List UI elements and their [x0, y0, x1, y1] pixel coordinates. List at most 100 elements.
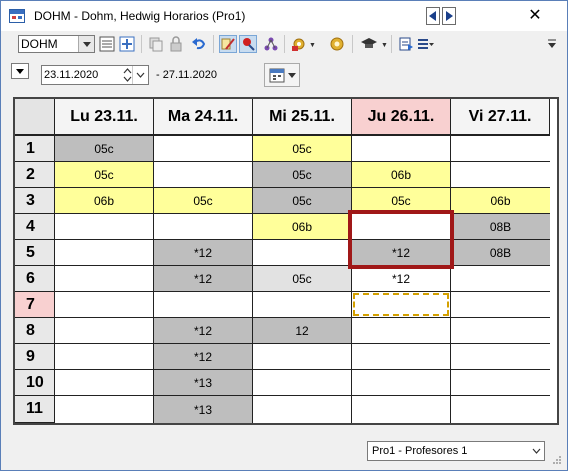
lesson-cell[interactable]: 05c	[55, 162, 154, 188]
lesson-cell[interactable]	[55, 318, 154, 344]
lesson-cell[interactable]	[451, 162, 550, 188]
lesson-cell[interactable]	[55, 396, 154, 423]
calendar-view-button[interactable]	[264, 63, 300, 87]
day-header[interactable]: Ju 26.11.	[352, 99, 451, 136]
period-header[interactable]: 6	[15, 266, 55, 292]
lesson-cell[interactable]: 05c	[253, 136, 352, 162]
lesson-cell[interactable]: 12	[253, 318, 352, 344]
list-format-icon[interactable]	[417, 35, 435, 53]
lesson-cell[interactable]	[352, 344, 451, 370]
lesson-cell[interactable]	[55, 292, 154, 318]
lesson-cell[interactable]	[253, 370, 352, 396]
lesson-cell[interactable]: 06b	[55, 188, 154, 214]
period-header[interactable]: 10	[15, 370, 55, 396]
lesson-cell[interactable]	[55, 214, 154, 240]
graduation-cap-icon[interactable]	[360, 35, 378, 53]
lesson-cell[interactable]	[352, 396, 451, 423]
lesson-cell[interactable]: *13	[154, 370, 253, 396]
chevron-down-icon[interactable]	[78, 36, 94, 52]
format-select[interactable]: Pro1 - Profesores 1	[367, 441, 545, 461]
period-header[interactable]: 8	[15, 318, 55, 344]
lesson-cell[interactable]	[451, 266, 550, 292]
period-header[interactable]: 11	[15, 396, 55, 423]
lesson-cell[interactable]	[154, 214, 253, 240]
lesson-cell[interactable]: 08B	[451, 214, 550, 240]
lesson-cell[interactable]	[451, 370, 550, 396]
day-header[interactable]: Mi 25.11.	[253, 99, 352, 136]
lesson-cell[interactable]: *12	[154, 266, 253, 292]
spin-up-icon[interactable]	[123, 67, 132, 75]
lesson-cell[interactable]: 06b	[352, 162, 451, 188]
period-header[interactable]: 4	[15, 214, 55, 240]
lesson-cell[interactable]: 08B	[451, 240, 550, 266]
collapse-panel-button[interactable]	[11, 63, 29, 79]
gear-dropdown-arrow-icon[interactable]: ▼	[309, 42, 316, 49]
lesson-cell[interactable]: 06b	[451, 188, 550, 214]
lesson-cell[interactable]	[451, 136, 550, 162]
details-icon[interactable]	[98, 35, 116, 53]
edit-icon[interactable]	[219, 35, 237, 53]
lock-icon[interactable]	[167, 35, 185, 53]
period-header[interactable]: 3	[15, 188, 55, 214]
lesson-cell[interactable]	[55, 344, 154, 370]
chevron-down-icon[interactable]	[528, 442, 544, 460]
lesson-cell[interactable]	[253, 396, 352, 423]
day-header[interactable]: Vi 27.11.	[451, 99, 550, 136]
lesson-cell[interactable]: *12	[352, 266, 451, 292]
status-bar: Pro1 - Profesores 1	[11, 431, 563, 465]
lesson-cell[interactable]: *12	[154, 240, 253, 266]
toolbar-overflow-icon[interactable]	[547, 35, 557, 53]
lesson-cell[interactable]	[55, 266, 154, 292]
drop-target-placeholder[interactable]	[353, 293, 449, 316]
resize-grip-icon[interactable]	[552, 455, 562, 465]
lesson-cell[interactable]	[154, 162, 253, 188]
lesson-cell[interactable]: 05c	[55, 136, 154, 162]
export-icon[interactable]	[397, 35, 415, 53]
lesson-cell[interactable]	[55, 370, 154, 396]
lesson-cell[interactable]	[352, 318, 451, 344]
period-header[interactable]: 5	[15, 240, 55, 266]
lesson-cell[interactable]: *13	[154, 396, 253, 423]
lesson-cell[interactable]: *12	[154, 318, 253, 344]
period-header[interactable]: 9	[15, 344, 55, 370]
day-header[interactable]: Lu 23.11.	[55, 99, 154, 136]
period-header[interactable]: 2	[15, 162, 55, 188]
title-bar[interactable]: DOHM - Dohm, Hedwig Horarios (Pro1) ✕	[1, 1, 567, 31]
lesson-cell[interactable]	[154, 136, 253, 162]
lesson-cell[interactable]	[253, 240, 352, 266]
graph-icon[interactable]	[262, 35, 280, 53]
lesson-cell[interactable]: 06b	[253, 214, 352, 240]
lesson-cell[interactable]	[352, 136, 451, 162]
lesson-cell[interactable]	[154, 292, 253, 318]
period-header[interactable]: 1	[15, 136, 55, 162]
spin-down-icon[interactable]	[123, 75, 132, 83]
lesson-cell[interactable]	[451, 318, 550, 344]
lesson-cell[interactable]: 05c	[253, 188, 352, 214]
next-button[interactable]	[442, 7, 456, 25]
element-combo[interactable]: DOHM	[18, 35, 95, 53]
date-spin-button[interactable]	[123, 65, 139, 85]
undo-icon[interactable]	[190, 35, 208, 53]
lesson-cell[interactable]: 05c	[253, 266, 352, 292]
lesson-cell[interactable]: *12	[154, 344, 253, 370]
timetable-grid: Lu 23.11. Ma 24.11. Mi 25.11. Ju 26.11. Vi 2…	[13, 97, 559, 425]
lesson-cell[interactable]	[451, 396, 550, 423]
lesson-cell[interactable]	[55, 240, 154, 266]
lesson-cell[interactable]	[352, 370, 451, 396]
cap-dropdown-arrow-icon[interactable]: ▼	[381, 42, 388, 49]
expand-icon[interactable]	[118, 35, 136, 53]
lesson-cell[interactable]: 05c	[253, 162, 352, 188]
close-button[interactable]: ✕	[511, 1, 559, 29]
search-pin-icon[interactable]	[239, 35, 257, 53]
settings-gear-icon[interactable]	[328, 35, 346, 53]
lesson-cell[interactable]	[451, 292, 550, 318]
lesson-cell[interactable]	[451, 344, 550, 370]
day-header[interactable]: Ma 24.11.	[154, 99, 253, 136]
lesson-cell[interactable]	[253, 292, 352, 318]
period-header[interactable]: 7	[15, 292, 55, 318]
copy-icon[interactable]	[147, 35, 165, 53]
gear-icon[interactable]	[290, 35, 308, 53]
previous-button[interactable]	[426, 7, 440, 25]
lesson-cell[interactable]: 05c	[154, 188, 253, 214]
lesson-cell[interactable]	[253, 344, 352, 370]
